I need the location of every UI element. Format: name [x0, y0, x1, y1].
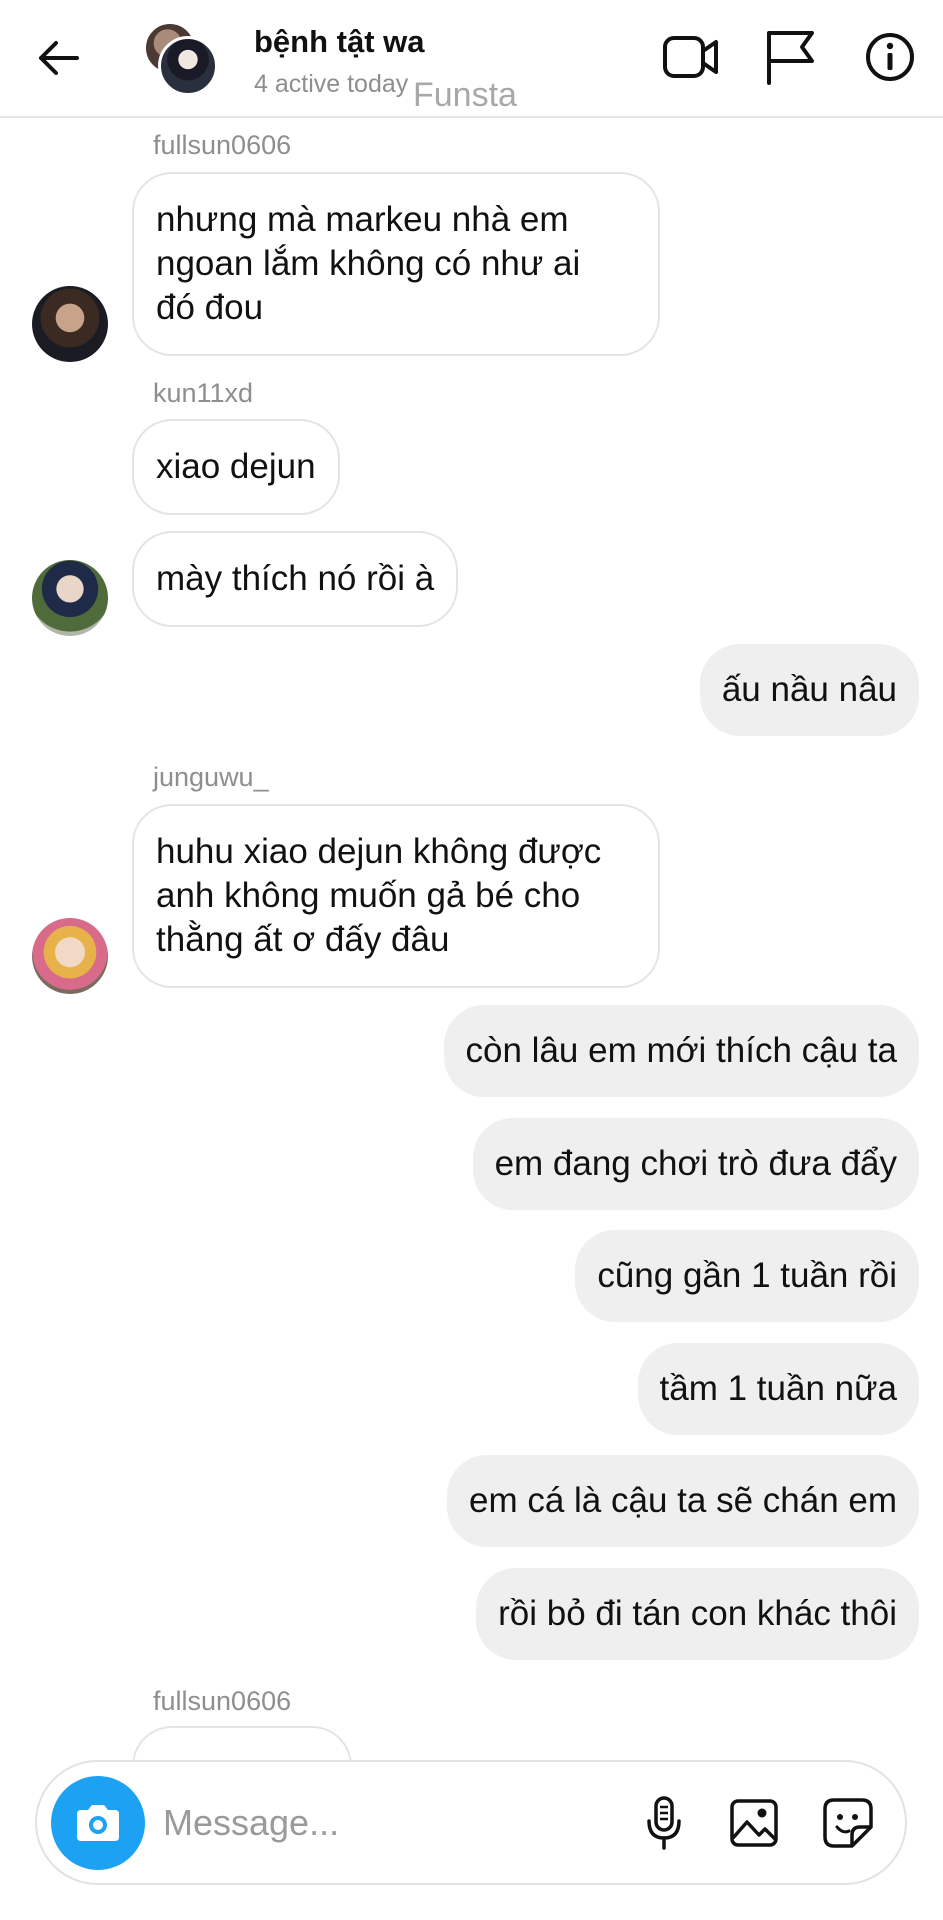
flag-icon	[767, 31, 814, 85]
message-line: tầm 1 tuần nữa	[659, 1369, 897, 1408]
outgoing-message[interactable]: ấu nầu nâu	[699, 644, 919, 736]
group-avatar-front	[158, 36, 218, 96]
message-line: ấu nầu nâu	[721, 670, 897, 709]
incoming-message[interactable]: nhưng mà markeu nhà em ngoan lắm không c…	[132, 172, 660, 356]
message-line: cũng gần 1 tuần rồi	[597, 1256, 897, 1295]
message-line: mày thích nó rồi à	[156, 559, 435, 598]
message-sender: fullsun0606	[153, 130, 292, 160]
incoming-message[interactable]: xiao dejun	[132, 419, 340, 515]
back-button[interactable]	[30, 28, 86, 88]
message-line: còn lâu em mới thích cậu ta	[465, 1031, 897, 1070]
camera-icon	[77, 1805, 119, 1841]
sticker-icon	[823, 1798, 873, 1848]
group-avatar[interactable]	[140, 18, 220, 98]
video-call-button[interactable]	[656, 22, 726, 92]
message-sender: kun11xd	[153, 378, 254, 408]
message-line: thằng ất ơ đấy đâu	[156, 920, 450, 959]
outgoing-message[interactable]: em đang chơi trò đưa đẩy	[472, 1118, 919, 1210]
gallery-button[interactable]	[721, 1790, 787, 1856]
report-button[interactable]	[755, 22, 825, 92]
message-sender: fullsun0606	[153, 1686, 292, 1716]
message-line: rồi bỏ đi tán con khác thôi	[498, 1594, 897, 1633]
avatar-fullsun0606[interactable]	[32, 286, 108, 362]
outgoing-message[interactable]: còn lâu em mới thích cậu ta	[443, 1005, 919, 1097]
message-line: đó đou	[156, 288, 264, 327]
info-icon	[866, 33, 914, 81]
arrow-left-icon	[39, 41, 79, 75]
chat-title[interactable]: bệnh tật wa	[254, 24, 425, 60]
message-line: xiao dejun	[156, 447, 316, 486]
message-sender: junguwu_	[153, 762, 269, 792]
active-status: 4 active today	[254, 70, 409, 98]
info-button[interactable]	[855, 22, 925, 92]
message-composer	[35, 1760, 907, 1885]
message-line: ngoan lắm không có như ai	[156, 244, 581, 283]
message-line: em đang chơi trò đưa đẩy	[494, 1144, 897, 1183]
chat-header: bệnh tật wa 4 active today Funsta	[0, 0, 943, 118]
video-camera-icon	[663, 36, 718, 78]
watermark: Funsta	[413, 76, 517, 114]
outgoing-message[interactable]: rồi bỏ đi tán con khác thôi	[476, 1568, 919, 1660]
microphone-icon	[647, 1796, 681, 1850]
message-line: em cá là cậu ta sẽ chán em	[469, 1481, 897, 1520]
outgoing-message[interactable]: cũng gần 1 tuần rồi	[575, 1230, 919, 1322]
image-icon	[730, 1799, 778, 1847]
message-line: nhưng mà markeu nhà em	[156, 200, 569, 239]
voice-message-button[interactable]	[631, 1790, 697, 1856]
avatar-junguwu[interactable]	[32, 918, 108, 994]
incoming-message[interactable]: mày thích nó rồi à	[132, 531, 459, 627]
sticker-button[interactable]	[815, 1790, 881, 1856]
message-input[interactable]	[163, 1790, 643, 1856]
message-line: anh không muốn gả bé cho	[156, 876, 581, 915]
outgoing-message[interactable]: tầm 1 tuần nữa	[637, 1343, 919, 1435]
message-line: huhu xiao dejun không được	[156, 832, 602, 871]
outgoing-message[interactable]: em cá là cậu ta sẽ chán em	[447, 1455, 919, 1547]
avatar-kun11xd[interactable]	[32, 560, 108, 636]
incoming-message[interactable]: huhu xiao dejun không được anh không muố…	[132, 804, 660, 988]
camera-button[interactable]	[51, 1776, 145, 1870]
